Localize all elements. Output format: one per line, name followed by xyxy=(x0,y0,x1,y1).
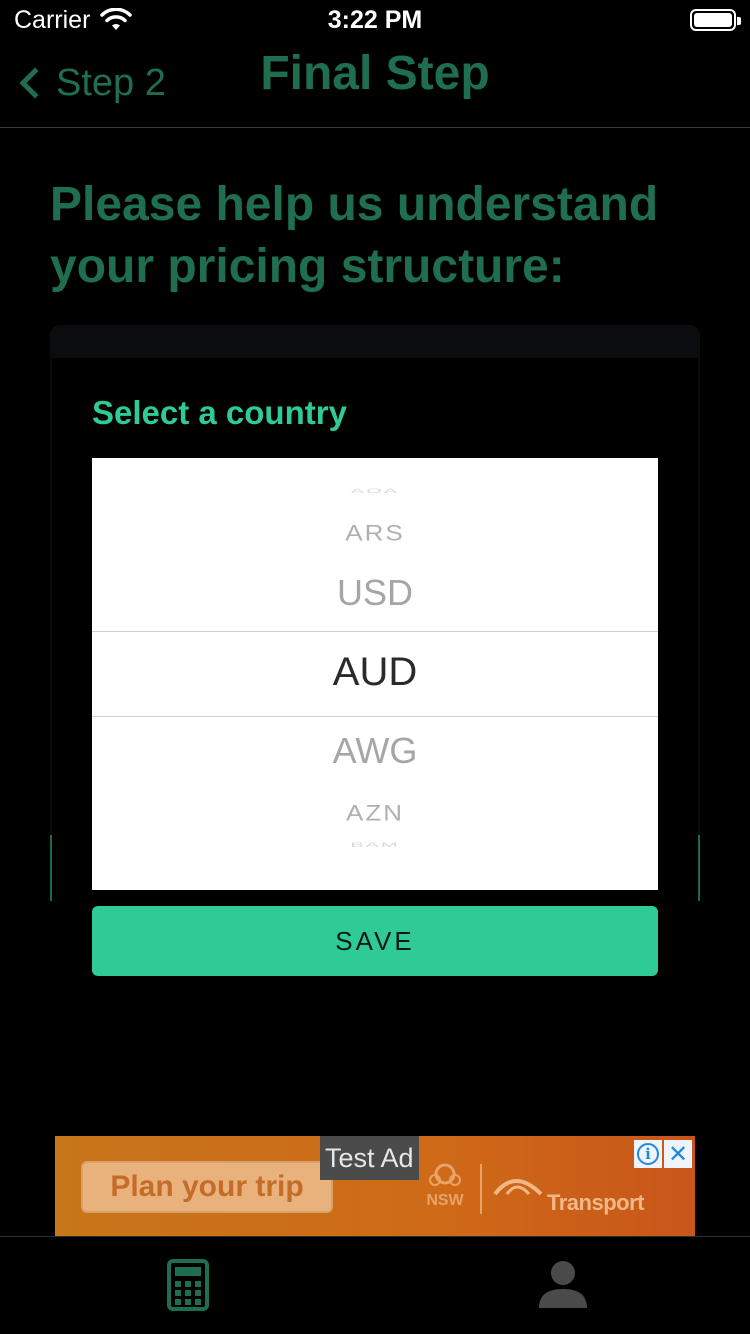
transport-logo-icon xyxy=(493,1179,543,1196)
picker-option[interactable]: BAM xyxy=(92,842,658,849)
country-picker-modal: Select a country AOA ARS USD AUD AWG AZN… xyxy=(52,358,698,990)
picker-option-selected[interactable]: AUD xyxy=(92,650,658,695)
test-ad-badge: Test Ad xyxy=(320,1136,419,1180)
clock: 3:22 PM xyxy=(327,6,423,34)
picker-selection-bottom-line xyxy=(92,716,658,717)
ad-separator xyxy=(480,1164,482,1214)
ad-cta-button[interactable]: Plan your trip xyxy=(81,1161,333,1213)
profile-icon[interactable] xyxy=(538,1259,588,1314)
tab-bar xyxy=(0,1236,750,1334)
picker-option[interactable]: AWG xyxy=(92,730,658,772)
picker-option[interactable]: AZN xyxy=(92,800,658,826)
picker-option[interactable]: USD xyxy=(92,572,658,614)
picker-option[interactable]: ARS xyxy=(92,520,658,546)
navigation-bar: Step 2 Final Step xyxy=(0,40,750,128)
close-icon[interactable]: ✕ xyxy=(664,1140,692,1168)
calculator-icon[interactable] xyxy=(167,1259,209,1316)
page-title: Final Step xyxy=(260,47,490,100)
battery-icon xyxy=(690,9,741,31)
nsw-logo-text: NSW xyxy=(426,1192,464,1209)
status-bar: Carrier 3:22 PM xyxy=(0,0,750,40)
info-icon[interactable]: i xyxy=(634,1140,662,1168)
pricing-question: Please help us understand your pricing s… xyxy=(50,178,659,293)
picker-selection-top-line xyxy=(92,631,658,632)
save-button[interactable]: SAVE xyxy=(92,906,658,976)
modal-title: Select a country xyxy=(92,394,347,431)
picker-option[interactable]: AOA xyxy=(92,488,658,495)
nsw-logo: NSW xyxy=(420,1160,470,1216)
transport-brand-text: Transport xyxy=(547,1190,644,1215)
currency-picker-wheel[interactable]: AOA ARS USD AUD AWG AZN BAM xyxy=(92,458,658,890)
ad-banner[interactable]: Plan your trip Test Ad NSW Transport i ✕ xyxy=(55,1136,695,1236)
